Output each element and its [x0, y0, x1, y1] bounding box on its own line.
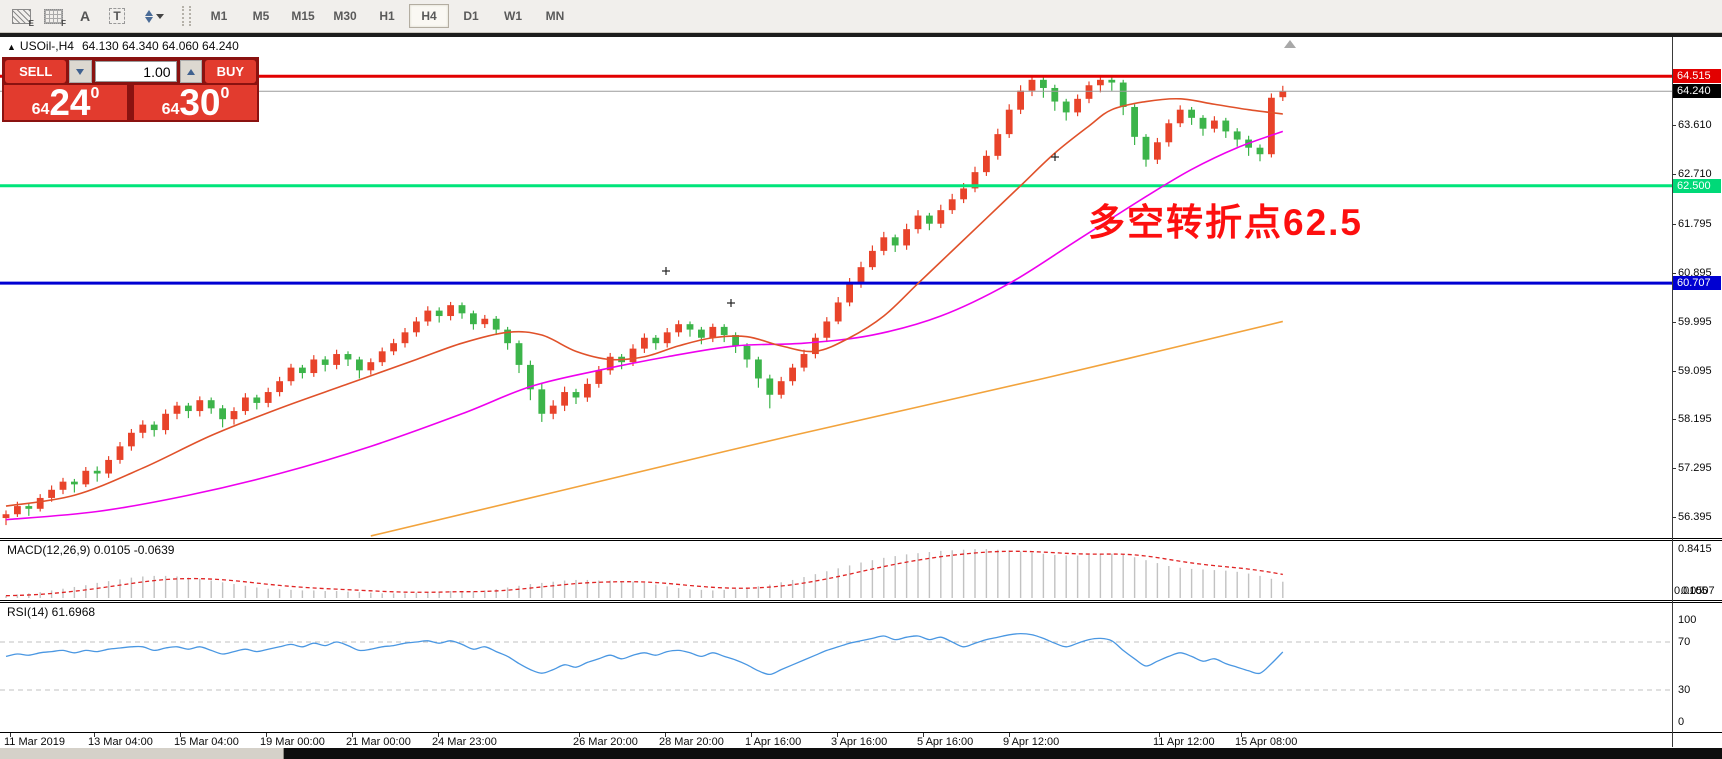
price-tick-mark [1672, 322, 1676, 323]
rsi-axis-30: 30 [1678, 684, 1690, 696]
macd-label: MACD(12,26,9) 0.0105 -0.0639 [7, 543, 174, 557]
time-tick-label: 13 Mar 04:00 [88, 736, 153, 748]
ohlc-values: 64.130 64.340 64.060 64.240 [82, 39, 239, 53]
rsi-axis-0: 0 [1678, 716, 1684, 728]
chart-shift-triangle-icon [1284, 40, 1296, 48]
timeframe-button-h4[interactable]: H4 [409, 4, 449, 28]
sell-price-display[interactable]: 64240 [4, 85, 127, 120]
chart-annotation-text: 多空转折点62.5 [1088, 192, 1363, 246]
template-grid-icon[interactable]: F [38, 4, 68, 28]
timeframe-button-m15[interactable]: M15 [283, 4, 323, 28]
time-tick-label: 5 Apr 16:00 [917, 736, 973, 748]
symbol-name: USOil-,H4 [20, 39, 74, 53]
volume-increase-button[interactable] [180, 60, 202, 83]
time-tick-label: 9 Apr 12:00 [1003, 736, 1059, 748]
price-tick-mark [1672, 174, 1676, 175]
price-tick-mark [1672, 371, 1676, 372]
price-tick-mark [1672, 419, 1676, 420]
indicator-list-icon[interactable]: E [6, 4, 36, 28]
text-box-icon[interactable]: T [102, 4, 132, 28]
horizontal-scrollbar[interactable] [0, 748, 284, 759]
price-level-badge: 62.500 [1673, 179, 1721, 193]
timeframe-button-m30[interactable]: M30 [325, 4, 365, 28]
one-click-trade-panel: SELL BUY 64240 64300 [2, 57, 259, 122]
rsi-axis-100: 100 [1678, 614, 1696, 626]
volume-input[interactable] [95, 61, 177, 82]
price-level-badge: 64.240 [1673, 84, 1721, 98]
price-tick-mark [1672, 468, 1676, 469]
rsi-time-divider [0, 732, 1722, 734]
collapse-triangle-icon[interactable]: ▲ [7, 42, 16, 52]
price-tick-mark [1672, 273, 1676, 274]
timeframe-group: M1M5M15M30H1H4D1W1MN [199, 4, 575, 28]
time-tick-label: 19 Mar 00:00 [260, 736, 325, 748]
time-tick-label: 15 Mar 04:00 [174, 736, 239, 748]
macd-panel[interactable] [0, 541, 1672, 600]
macd-axis-bottom-b: 0.0507 [1681, 585, 1715, 597]
timeframe-button-d1[interactable]: D1 [451, 4, 491, 28]
toolbar-grip [182, 6, 191, 26]
timeframe-button-h1[interactable]: H1 [367, 4, 407, 28]
rsi-panel[interactable] [0, 603, 1672, 732]
rsi-label: RSI(14) 61.6968 [7, 605, 95, 619]
price-tick-label: 59.995 [1678, 316, 1712, 328]
mt4-window: E F A T M1M5M15M30H1H4D1W1MN ▲ USOil-,H4 6… [0, 0, 1722, 759]
sort-arrows-icon[interactable] [134, 4, 174, 28]
time-tick-label: 21 Mar 00:00 [346, 736, 411, 748]
price-tick-mark [1672, 517, 1676, 518]
price-tick-mark [1672, 224, 1676, 225]
time-tick-label: 24 Mar 23:00 [432, 736, 497, 748]
price-axis-separator [1672, 37, 1673, 747]
volume-decrease-button[interactable] [69, 60, 91, 83]
price-tick-label: 59.095 [1678, 365, 1712, 377]
time-tick-label: 11 Apr 12:00 [1153, 736, 1215, 748]
rsi-axis-70: 70 [1678, 636, 1690, 648]
time-tick-label: 3 Apr 16:00 [831, 736, 887, 748]
price-level-badge: 64.515 [1673, 69, 1721, 83]
time-tick-label: 26 Mar 20:00 [573, 736, 638, 748]
price-tick-label: 63.610 [1678, 119, 1712, 131]
buy-price-display[interactable]: 64300 [134, 85, 257, 120]
timeframe-button-mn[interactable]: MN [535, 4, 575, 28]
time-tick-label: 15 Apr 08:00 [1235, 736, 1297, 748]
price-tick-label: 61.795 [1678, 218, 1712, 230]
timeframe-button-w1[interactable]: W1 [493, 4, 533, 28]
text-label-icon[interactable]: A [70, 4, 100, 28]
price-tick-mark [1672, 125, 1676, 126]
price-tick-label: 58.195 [1678, 413, 1712, 425]
time-tick-label: 28 Mar 20:00 [659, 736, 724, 748]
symbol-info: ▲ USOil-,H4 64.130 64.340 64.060 64.240 [7, 39, 239, 53]
timeframe-button-m1[interactable]: M1 [199, 4, 239, 28]
price-tick-label: 57.295 [1678, 462, 1712, 474]
window-bottom-bar [0, 748, 1722, 759]
timeframe-button-m5[interactable]: M5 [241, 4, 281, 28]
sell-button[interactable]: SELL [5, 60, 66, 83]
time-tick-label: 11 Mar 2019 [4, 736, 65, 748]
buy-button[interactable]: BUY [205, 60, 256, 83]
price-level-badge: 60.707 [1673, 276, 1721, 290]
toolbar: E F A T M1M5M15M30H1H4D1W1MN [0, 0, 1722, 33]
macd-axis-top: 0.8415 [1678, 543, 1712, 555]
time-tick-label: 1 Apr 16:00 [745, 736, 801, 748]
price-tick-label: 56.395 [1678, 511, 1712, 523]
